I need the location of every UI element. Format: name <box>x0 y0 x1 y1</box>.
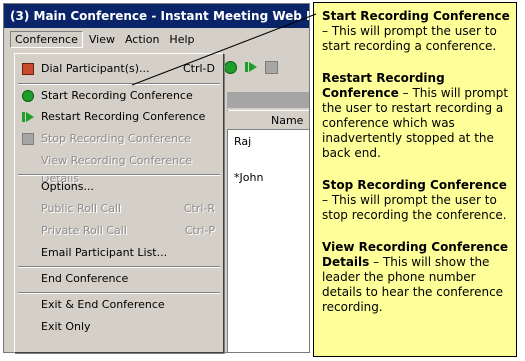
menu-item-start-recording[interactable]: Start Recording Conference <box>15 87 223 105</box>
menu-help[interactable]: Help <box>165 32 198 47</box>
callout-heading: Stop Recording Conference <box>322 178 507 192</box>
record-stop-icon <box>22 133 34 145</box>
menu-item-label: Stop Recording Conference <box>41 132 191 145</box>
panel-strip <box>227 92 309 108</box>
menu-conference[interactable]: Conference <box>10 30 83 48</box>
column-header-name: Name <box>271 114 304 127</box>
shortcut-label: Ctrl-P <box>184 224 215 237</box>
record-start-icon <box>22 90 34 102</box>
record-restart-icon[interactable] <box>245 61 257 73</box>
menu-item-label: Exit Only <box>41 320 91 333</box>
list-item[interactable]: *John <box>234 171 263 184</box>
menu-item-label: Email Participant List... <box>41 246 168 259</box>
phone-dial-icon <box>22 63 34 75</box>
menu-item-label: Private Roll Call <box>41 224 127 237</box>
callout-section-start: Start Recording Conference – This will p… <box>322 9 511 54</box>
menu-item-end-conference[interactable]: End Conference <box>15 270 223 288</box>
menu-item-public-roll-call[interactable]: Public Roll Call Ctrl-R <box>15 200 223 218</box>
toolbar <box>224 56 278 78</box>
menu-item-exit-only[interactable]: Exit Only <box>15 318 223 336</box>
callout-heading: Start Recording Conference <box>322 9 510 23</box>
callout-section-restart: Restart Recording Conference – This will… <box>322 71 511 161</box>
list-item[interactable]: Raj <box>234 135 251 148</box>
menu-item-dial-participant[interactable]: Dial Participant(s)... Ctrl-D <box>15 60 223 78</box>
menu-separator <box>18 292 220 294</box>
menu-item-private-roll-call[interactable]: Private Roll Call Ctrl-P <box>15 222 223 240</box>
menu-separator <box>18 174 220 176</box>
menu-item-label: Exit & End Conference <box>41 298 165 311</box>
menu-item-label: Start Recording Conference <box>41 89 193 102</box>
conference-menu-dropdown: Dial Participant(s)... Ctrl-D Start Reco… <box>14 53 224 353</box>
menu-bar: Conference View Action Help <box>4 29 309 49</box>
menu-item-options[interactable]: Options... <box>15 178 223 196</box>
menu-action[interactable]: Action <box>121 32 163 47</box>
record-stop-icon[interactable] <box>265 60 278 74</box>
callout-text: – This will prompt the user to start rec… <box>322 24 497 53</box>
menu-item-label: Options... <box>41 180 94 193</box>
help-callout: Start Recording Conference – This will p… <box>313 2 517 357</box>
menu-item-label: Restart Recording Conference <box>41 110 206 123</box>
menu-separator <box>18 266 220 268</box>
record-restart-icon <box>22 112 34 122</box>
menu-view[interactable]: View <box>85 32 119 47</box>
menu-item-exit-end-conference[interactable]: Exit & End Conference <box>15 296 223 314</box>
menu-item-email-participant-list[interactable]: Email Participant List... <box>15 244 223 262</box>
menu-separator <box>18 83 220 85</box>
menu-item-label: End Conference <box>41 272 129 285</box>
menu-item-label: Dial Participant(s)... <box>41 62 150 75</box>
callout-section-stop: Stop Recording Conference – This will pr… <box>322 178 511 223</box>
shortcut-label: Ctrl-R <box>183 202 215 215</box>
callout-text: – This will prompt the user to stop reco… <box>322 193 507 222</box>
title-bar: (3) Main Conference - Instant Meeting We… <box>4 4 309 28</box>
record-start-icon[interactable] <box>224 60 237 74</box>
column-header[interactable]: Name <box>227 111 309 130</box>
callout-section-view-details: View Recording Conference Details – This… <box>322 240 511 315</box>
window-title: (3) Main Conference - Instant Meeting We… <box>10 9 309 23</box>
menu-item-view-recording-details[interactable]: View Recording Conference Details <box>15 152 223 185</box>
menu-item-stop-recording[interactable]: Stop Recording Conference <box>15 130 223 148</box>
shortcut-label: Ctrl-D <box>182 62 215 75</box>
menu-item-restart-recording[interactable]: Restart Recording Conference <box>15 108 223 126</box>
menu-item-label: Public Roll Call <box>41 202 122 215</box>
